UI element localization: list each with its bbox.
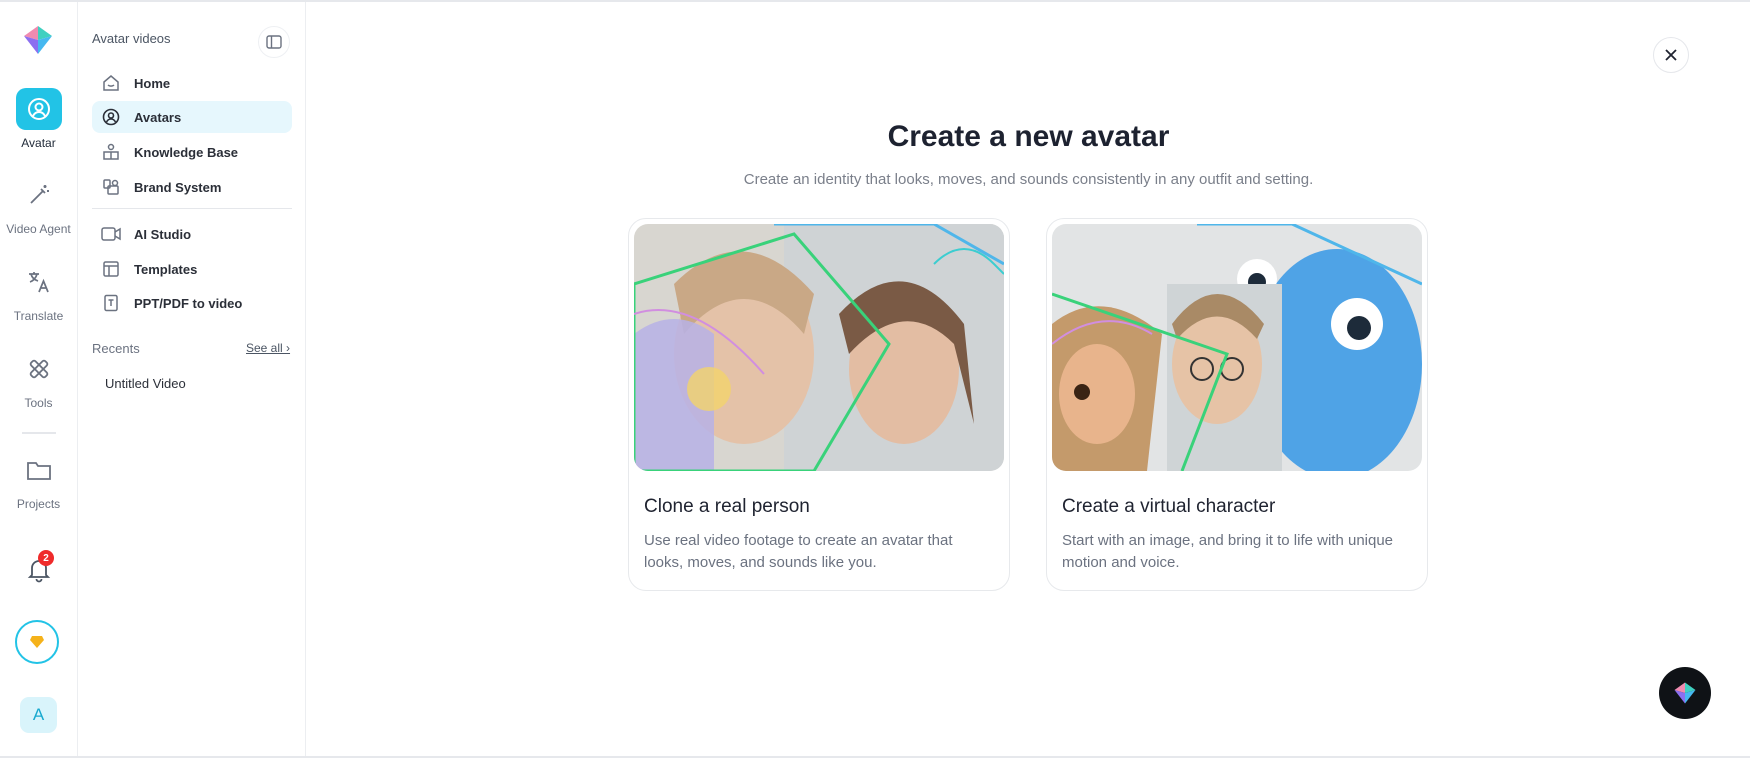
sidebar-item-knowledge-base[interactable]: Knowledge Base — [92, 136, 292, 168]
sidebar-item-brand-system[interactable]: Brand System — [92, 171, 292, 203]
rail-item-label: Avatar — [21, 136, 56, 150]
rail-item-avatar[interactable]: Avatar — [0, 88, 77, 150]
clone-real-person-card[interactable]: Clone a real person Use real video foota… — [628, 218, 1010, 591]
rail-divider — [22, 432, 56, 434]
sidebar-item-label: PPT/PDF to video — [134, 295, 243, 311]
sidebar-toggle-icon — [266, 35, 282, 49]
collapse-sidebar-button[interactable] — [258, 26, 290, 58]
sidebar-item-ai-studio[interactable]: AI Studio — [92, 218, 292, 250]
clone-person-preview-image — [634, 224, 1004, 471]
knowledge-base-icon — [100, 141, 122, 163]
app-logo-icon — [1674, 682, 1696, 704]
sidebar-item-label: Knowledge Base — [134, 144, 239, 160]
credits-button[interactable] — [15, 620, 59, 664]
tools-icon — [16, 348, 62, 390]
sidebar: Avatar videos Home Avatars Knowledge Bas… — [78, 2, 306, 756]
virtual-character-preview-image — [1052, 224, 1422, 471]
sidebar-item-label: AI Studio — [134, 226, 192, 242]
card-description: Use real video footage to create an avat… — [644, 532, 953, 571]
document-icon — [100, 292, 122, 314]
rail-item-label: Video Agent — [6, 222, 71, 236]
card-description: Start with an image, and bring it to lif… — [1062, 532, 1394, 571]
rail-item-tools[interactable]: Tools — [0, 348, 77, 410]
create-virtual-character-card[interactable]: Create a virtual character Start with an… — [1046, 218, 1428, 591]
card-title: Clone a real person — [644, 496, 810, 517]
rail-item-label: Tools — [24, 396, 53, 410]
rail-item-label: Projects — [16, 497, 61, 511]
assistant-chat-button[interactable] — [1659, 667, 1711, 719]
recent-item[interactable]: Untitled Video — [105, 376, 186, 391]
folder-icon — [16, 449, 62, 491]
close-icon — [1665, 49, 1677, 61]
avatar-icon — [15, 88, 62, 130]
video-camera-icon — [100, 223, 122, 245]
templates-icon — [100, 258, 122, 280]
see-all-link[interactable]: See all › — [246, 341, 290, 355]
recents-label: Recents — [92, 341, 140, 356]
home-icon — [100, 72, 122, 94]
magic-wand-icon — [16, 174, 62, 216]
rail-item-video-agent[interactable]: Video Agent — [0, 174, 77, 236]
app-logo-icon[interactable] — [22, 24, 54, 56]
sidebar-item-templates[interactable]: Templates — [92, 253, 292, 285]
sidebar-divider — [92, 208, 292, 209]
avatar-circle-icon — [100, 106, 122, 128]
sidebar-item-label: Home — [134, 75, 171, 91]
sidebar-item-ppt-pdf-to-video[interactable]: PPT/PDF to video — [92, 287, 292, 319]
diamond-icon — [30, 636, 44, 648]
sidebar-title: Avatar videos — [92, 31, 171, 46]
rail-item-translate[interactable]: Translate — [0, 261, 77, 323]
user-avatar[interactable]: A — [20, 697, 57, 733]
brand-system-icon — [100, 176, 122, 198]
page-title: Create a new avatar — [887, 120, 1170, 153]
page-subtitle: Create an identity that looks, moves, an… — [743, 171, 1314, 188]
app-rail: Avatar Video Agent Translate Tools Proje… — [0, 2, 78, 756]
sidebar-item-avatars[interactable]: Avatars — [92, 101, 292, 133]
card-title: Create a virtual character — [1062, 496, 1276, 517]
translate-icon — [16, 261, 62, 303]
sidebar-item-label: Avatars — [134, 109, 182, 125]
sidebar-item-home[interactable]: Home — [92, 67, 292, 99]
sidebar-item-label: Brand System — [134, 179, 222, 195]
notification-badge: 2 — [38, 550, 54, 566]
rail-item-label: Translate — [13, 309, 64, 323]
close-button[interactable] — [1653, 37, 1689, 73]
rail-item-projects[interactable]: Projects — [0, 449, 77, 511]
sidebar-item-label: Templates — [134, 261, 198, 277]
